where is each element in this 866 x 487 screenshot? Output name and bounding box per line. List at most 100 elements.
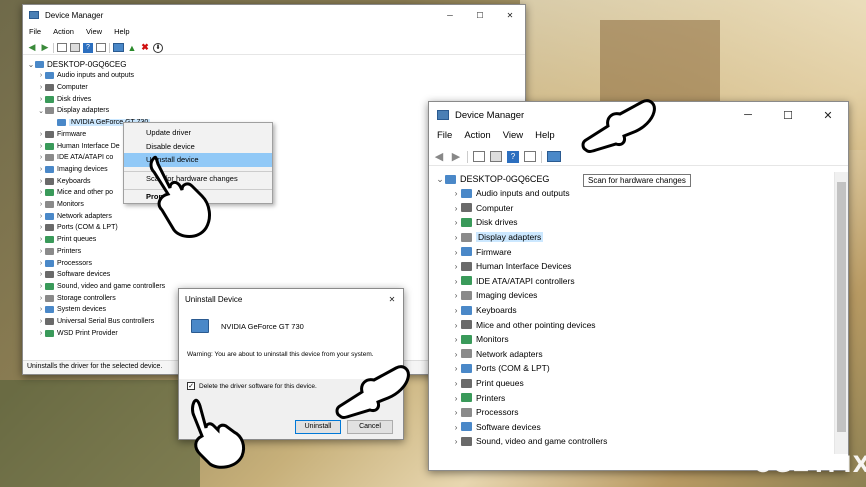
menu-file[interactable]: File bbox=[29, 27, 41, 36]
chevron-right-icon[interactable]: › bbox=[451, 436, 461, 446]
tree-item[interactable]: › Sound, video and game controllers bbox=[429, 434, 608, 449]
tree-item[interactable]: ⌄ Display adapters bbox=[23, 105, 109, 117]
tree-item[interactable]: › Print queues bbox=[429, 376, 524, 391]
scan-hardware-icon[interactable] bbox=[113, 43, 124, 52]
chevron-right-icon[interactable]: › bbox=[37, 306, 45, 313]
back-arrow-icon[interactable]: ◀ bbox=[433, 150, 445, 163]
minimize-button[interactable]: ─ bbox=[728, 109, 768, 122]
tree-item[interactable]: › Disk drives bbox=[23, 93, 91, 105]
chevron-right-icon[interactable]: › bbox=[37, 131, 45, 138]
forward-arrow-icon[interactable]: ▶ bbox=[40, 42, 50, 53]
chevron-right-icon[interactable]: › bbox=[37, 295, 45, 302]
properties-icon[interactable] bbox=[70, 43, 80, 52]
menu-view[interactable]: View bbox=[503, 130, 523, 141]
scrollbar-thumb[interactable] bbox=[837, 182, 846, 432]
tree-item[interactable]: › Firmware bbox=[23, 129, 86, 141]
maximize-button[interactable]: ☐ bbox=[768, 109, 808, 122]
tree-item[interactable]: › Ports (COM & LPT) bbox=[23, 222, 118, 234]
tree-item[interactable]: › Mice and other pointing devices bbox=[429, 317, 596, 332]
forward-arrow-icon[interactable]: ▶ bbox=[450, 150, 462, 163]
vertical-scrollbar[interactable] bbox=[834, 172, 848, 454]
chevron-right-icon[interactable]: › bbox=[37, 178, 45, 185]
tree-item[interactable]: › Network adapters bbox=[429, 347, 543, 362]
chevron-right-icon[interactable]: › bbox=[37, 330, 45, 337]
scan-hardware-icon[interactable] bbox=[547, 151, 561, 162]
chevron-right-icon[interactable]: › bbox=[451, 334, 461, 344]
close-button[interactable]: ✕ bbox=[808, 109, 848, 122]
menu-help[interactable]: Help bbox=[114, 27, 129, 36]
chevron-right-icon[interactable]: › bbox=[37, 236, 45, 243]
uninstall-icon[interactable]: ✖ bbox=[140, 42, 150, 53]
view-icon[interactable] bbox=[524, 151, 536, 162]
tree-item[interactable]: › Imaging devices bbox=[23, 164, 108, 176]
tree-item[interactable]: › Software devices bbox=[429, 420, 541, 435]
tree-item[interactable]: › Imaging devices bbox=[429, 288, 538, 303]
chevron-right-icon[interactable]: › bbox=[37, 154, 45, 161]
tree-item[interactable]: › Printers bbox=[429, 390, 506, 405]
chevron-right-icon[interactable]: › bbox=[451, 217, 461, 227]
uninstall-button[interactable]: Uninstall bbox=[295, 420, 341, 434]
chevron-right-icon[interactable]: › bbox=[451, 290, 461, 300]
chevron-right-icon[interactable]: › bbox=[451, 363, 461, 373]
tree-item[interactable]: › Print queues bbox=[23, 234, 96, 246]
chevron-right-icon[interactable]: › bbox=[37, 143, 45, 150]
chevron-right-icon[interactable]: › bbox=[451, 407, 461, 417]
tree-item[interactable]: › Keyboards bbox=[429, 303, 517, 318]
tree-item[interactable]: › Printers bbox=[23, 246, 81, 258]
tree-item[interactable]: › IDE ATA/ATAPI controllers bbox=[429, 274, 575, 289]
help-icon[interactable]: ? bbox=[507, 150, 519, 163]
tree-item[interactable]: › Mice and other po bbox=[23, 187, 113, 199]
tree-item[interactable]: › Sound, video and game controllers bbox=[23, 281, 165, 293]
tree-item[interactable]: › Disk drives bbox=[429, 215, 518, 230]
chevron-right-icon[interactable]: › bbox=[451, 188, 461, 198]
delete-driver-checkbox[interactable]: ✓ bbox=[187, 382, 195, 390]
chevron-right-icon[interactable]: › bbox=[37, 201, 45, 208]
chevron-right-icon[interactable]: › bbox=[37, 224, 45, 231]
properties-icon[interactable] bbox=[490, 151, 502, 162]
show-hide-tree-icon[interactable] bbox=[57, 43, 67, 52]
tree-item[interactable]: › Audio inputs and outputs bbox=[429, 186, 570, 201]
tree-item[interactable]: › Display adapters bbox=[429, 230, 544, 245]
tree-item[interactable]: › Human Interface De bbox=[23, 140, 120, 152]
chevron-right-icon[interactable]: › bbox=[451, 261, 461, 271]
chevron-right-icon[interactable]: › bbox=[37, 318, 45, 325]
download-icon[interactable]: ⬇ bbox=[153, 42, 163, 53]
tree-item[interactable]: › Computer bbox=[23, 82, 88, 94]
tree-item[interactable]: › Firmware bbox=[429, 244, 512, 259]
tree-item[interactable]: › Processors bbox=[429, 405, 519, 420]
back-arrow-icon[interactable]: ◀ bbox=[27, 42, 37, 53]
tree-item[interactable]: › Keyboards bbox=[23, 175, 90, 187]
tree-item[interactable]: › System devices bbox=[23, 304, 106, 316]
dialog-close-button[interactable]: ✕ bbox=[381, 295, 403, 304]
maximize-button[interactable]: ☐ bbox=[465, 11, 495, 20]
tree-item[interactable]: › Monitors bbox=[23, 199, 84, 211]
chevron-down-icon[interactable]: ⌄ bbox=[37, 107, 45, 115]
tree-root[interactable]: ⌄ DESKTOP-0GQ6CEG bbox=[23, 59, 127, 70]
chevron-right-icon[interactable]: › bbox=[37, 283, 45, 290]
tree-item[interactable]: › Software devices bbox=[23, 269, 110, 281]
update-driver-icon[interactable]: ▲ bbox=[127, 43, 137, 53]
chevron-right-icon[interactable]: › bbox=[37, 166, 45, 173]
chevron-right-icon[interactable]: › bbox=[37, 271, 45, 278]
chevron-right-icon[interactable]: › bbox=[451, 276, 461, 286]
chevron-down-icon[interactable]: ⌄ bbox=[27, 60, 35, 69]
chevron-right-icon[interactable]: › bbox=[451, 203, 461, 213]
tree-root[interactable]: ⌄ DESKTOP-0GQ6CEG bbox=[429, 172, 549, 186]
menu-action[interactable]: Action bbox=[464, 130, 490, 141]
menu-help[interactable]: Help bbox=[535, 130, 555, 141]
cancel-button[interactable]: Cancel bbox=[347, 420, 393, 434]
chevron-right-icon[interactable]: › bbox=[451, 247, 461, 257]
tree-item[interactable]: › Processors bbox=[23, 257, 92, 269]
chevron-right-icon[interactable]: › bbox=[37, 213, 45, 220]
chevron-down-icon[interactable]: ⌄ bbox=[435, 174, 445, 185]
chevron-right-icon[interactable]: › bbox=[451, 232, 461, 242]
chevron-right-icon[interactable]: › bbox=[451, 349, 461, 359]
chevron-right-icon[interactable]: › bbox=[451, 393, 461, 403]
chevron-right-icon[interactable]: › bbox=[37, 72, 45, 79]
chevron-right-icon[interactable]: › bbox=[451, 320, 461, 330]
menu-view[interactable]: View bbox=[86, 27, 102, 36]
tree-item[interactable]: › Universal Serial Bus controllers bbox=[23, 316, 154, 328]
minimize-button[interactable]: ─ bbox=[435, 11, 465, 20]
close-button[interactable]: ✕ bbox=[495, 11, 525, 20]
tree-item[interactable]: › Computer bbox=[429, 201, 514, 216]
